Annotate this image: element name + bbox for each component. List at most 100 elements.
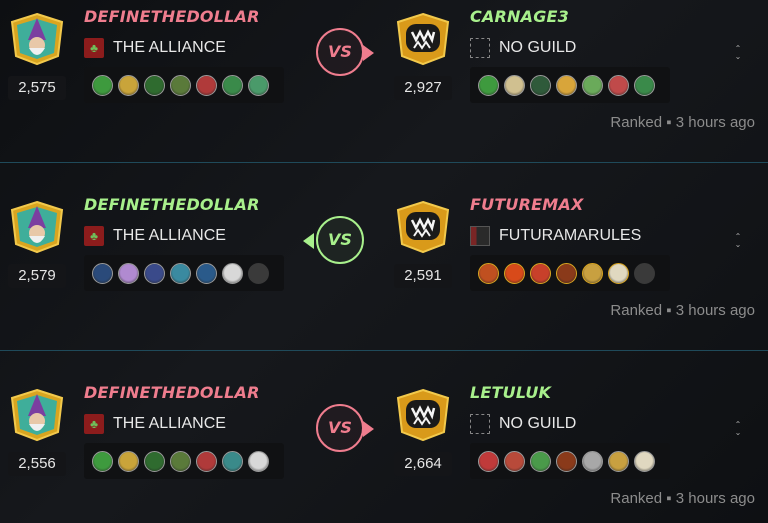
team-card[interactable]	[196, 450, 217, 472]
opponent-guild-name: NO GUILD	[499, 415, 577, 432]
team-card[interactable]	[196, 262, 217, 284]
team-card[interactable]	[634, 74, 655, 96]
vs-badge: VS	[316, 404, 364, 452]
player-rating: 2,575	[8, 76, 66, 100]
row-divider	[0, 350, 768, 351]
team-card[interactable]	[248, 74, 269, 96]
player-guild[interactable]: ♣ THE ALLIANCE	[84, 414, 226, 434]
vs-arrow-icon	[363, 421, 374, 437]
expand-chevron-icon[interactable]: ⌃ ⌄	[732, 45, 744, 65]
opponent-rating: 2,927	[394, 76, 452, 100]
player-name[interactable]: DEFINETHEDOLLAR	[84, 383, 260, 402]
alliance-flag-icon: ♣	[84, 226, 104, 246]
player-name[interactable]: DEFINETHEDOLLAR	[84, 195, 260, 214]
expand-chevron-icon[interactable]: ⌃ ⌄	[732, 233, 744, 253]
vs-badge: VS	[316, 28, 364, 76]
team-card[interactable]	[170, 74, 191, 96]
team-card[interactable]	[608, 262, 629, 284]
opponent-guild-name: NO GUILD	[499, 39, 577, 56]
team-card[interactable]	[478, 450, 499, 472]
player-panel: 2,575 DEFINETHEDOLLAR ♣ THE ALLIANCE	[0, 0, 300, 162]
team-card[interactable]	[478, 262, 499, 284]
team-card[interactable]	[222, 450, 243, 472]
opponent-team	[470, 255, 670, 291]
opponent-guild[interactable]: NO GUILD	[470, 414, 576, 434]
team-card[interactable]	[144, 74, 165, 96]
team-card[interactable]	[144, 450, 165, 472]
team-card[interactable]	[196, 74, 217, 96]
team-card[interactable]	[222, 262, 243, 284]
opponent-name[interactable]: FUTUREMAX	[470, 195, 584, 214]
team-card[interactable]	[144, 262, 165, 284]
player-name[interactable]: DEFINETHEDOLLAR	[84, 7, 260, 26]
team-card[interactable]	[608, 74, 629, 96]
team-card[interactable]	[92, 74, 113, 96]
opponent-panel: 2,927 CARNAGE3 NO GUILD	[386, 0, 686, 162]
team-card[interactable]	[504, 450, 525, 472]
team-card[interactable]	[530, 262, 551, 284]
player-team	[84, 255, 284, 291]
player-panel: 2,579 DEFINETHEDOLLAR ♣ THE ALLIANCE	[0, 188, 300, 350]
player-guild[interactable]: ♣ THE ALLIANCE	[84, 226, 226, 246]
player-guild[interactable]: ♣ THE ALLIANCE	[84, 38, 226, 58]
futura-guild-icon	[470, 226, 490, 246]
no-guild-icon	[470, 38, 490, 58]
team-card[interactable]	[170, 450, 191, 472]
team-card[interactable]	[530, 450, 551, 472]
team-card[interactable]	[170, 262, 191, 284]
team-card[interactable]	[504, 262, 525, 284]
team-card[interactable]	[582, 74, 603, 96]
battle-meta: Ranked ▪ 3 hours ago	[610, 490, 755, 507]
team-card[interactable]	[118, 74, 139, 96]
team-card[interactable]	[222, 74, 243, 96]
opponent-rating: 2,664	[394, 452, 452, 476]
alliance-flag-icon: ♣	[84, 38, 104, 58]
no-guild-icon	[470, 414, 490, 434]
player-avatar[interactable]	[8, 200, 66, 254]
team-card[interactable]	[118, 262, 139, 284]
vs-arrow-icon	[303, 233, 314, 249]
opponent-guild[interactable]: NO GUILD	[470, 38, 576, 58]
row-divider	[0, 162, 768, 163]
player-team	[84, 67, 284, 103]
vs-badge: VS	[316, 216, 364, 264]
expand-chevron-icon[interactable]: ⌃ ⌄	[732, 421, 744, 441]
team-card[interactable]	[504, 74, 525, 96]
team-card[interactable]	[608, 450, 629, 472]
empty-card-slot	[634, 262, 655, 284]
opponent-rating: 2,591	[394, 264, 452, 288]
team-card[interactable]	[92, 450, 113, 472]
player-guild-name: THE ALLIANCE	[113, 227, 226, 244]
team-card[interactable]	[634, 450, 655, 472]
team-card[interactable]	[118, 450, 139, 472]
battle-row: 2,556 DEFINETHEDOLLAR ♣ THE ALLIANCE 2,664 LE…	[0, 376, 768, 523]
player-rating: 2,579	[8, 264, 66, 288]
opponent-guild[interactable]: FUTURAMARULES	[470, 226, 641, 246]
opponent-avatar[interactable]	[394, 12, 452, 66]
opponent-name[interactable]: CARNAGE3	[470, 7, 569, 26]
empty-card-slot	[248, 262, 269, 284]
opponent-name[interactable]: LETULUK	[470, 383, 551, 402]
team-card[interactable]	[582, 450, 603, 472]
team-card[interactable]	[556, 74, 577, 96]
opponent-team	[470, 443, 670, 479]
team-card[interactable]	[478, 74, 499, 96]
team-card[interactable]	[248, 450, 269, 472]
battle-row: 2,579 DEFINETHEDOLLAR ♣ THE ALLIANCE 2,591 FU…	[0, 188, 768, 350]
opponent-avatar[interactable]	[394, 388, 452, 442]
player-avatar[interactable]	[8, 388, 66, 442]
player-avatar[interactable]	[8, 12, 66, 66]
team-card[interactable]	[556, 262, 577, 284]
opponent-guild-name: FUTURAMARULES	[499, 227, 642, 244]
player-panel: 2,556 DEFINETHEDOLLAR ♣ THE ALLIANCE	[0, 376, 300, 523]
team-card[interactable]	[556, 450, 577, 472]
player-guild-name: THE ALLIANCE	[113, 39, 226, 56]
opponent-avatar[interactable]	[394, 200, 452, 254]
player-guild-name: THE ALLIANCE	[113, 415, 226, 432]
vs-arrow-icon	[363, 45, 374, 61]
team-card[interactable]	[582, 262, 603, 284]
team-card[interactable]	[530, 74, 551, 96]
alliance-flag-icon: ♣	[84, 414, 104, 434]
battle-meta: Ranked ▪ 3 hours ago	[610, 114, 755, 131]
team-card[interactable]	[92, 262, 113, 284]
